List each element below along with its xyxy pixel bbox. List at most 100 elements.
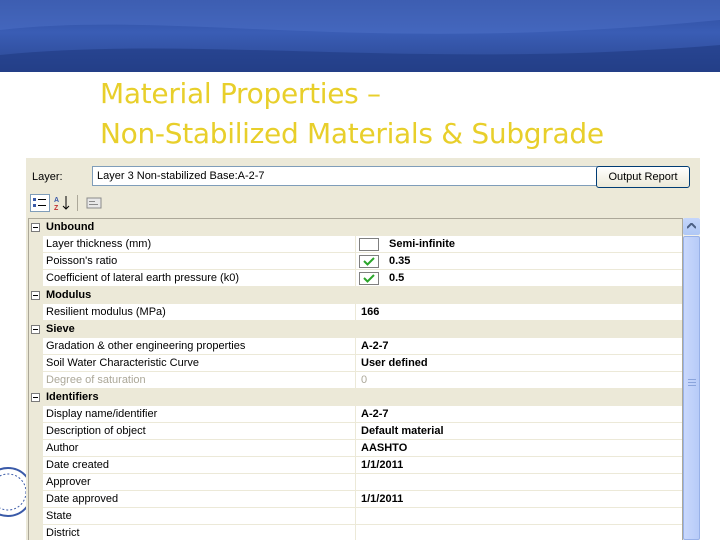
property-value[interactable]: 166 [361, 306, 379, 318]
collapse-toggle-icon[interactable] [31, 393, 40, 402]
banner-wave-decoration [0, 0, 720, 72]
categorized-view-icon[interactable] [30, 194, 50, 212]
row-margin [29, 525, 43, 540]
row-margin [29, 236, 43, 253]
toolbar-separator [77, 195, 78, 211]
slide-title-line-1: Material Properties – [100, 77, 381, 110]
property-row[interactable]: Date created 1/1/2011 [29, 457, 682, 474]
column-divider [355, 457, 356, 474]
collapse-toggle-icon[interactable] [31, 223, 40, 232]
category-row[interactable]: Identifiers [29, 389, 682, 406]
category-label: Sieve [46, 323, 75, 335]
column-divider [355, 508, 356, 525]
column-divider [355, 525, 356, 540]
column-divider [355, 423, 356, 440]
svg-text:A: A [54, 197, 59, 204]
property-value[interactable]: A-2-7 [361, 340, 389, 352]
property-value[interactable]: Semi-infinite [389, 238, 455, 250]
row-margin [29, 253, 43, 270]
property-name: Coefficient of lateral earth pressure (k… [46, 272, 239, 284]
property-row[interactable]: Description of object Default material [29, 423, 682, 440]
column-divider [355, 372, 356, 389]
row-margin [29, 508, 43, 525]
property-value[interactable]: Default material [361, 425, 444, 437]
column-divider [355, 253, 356, 270]
property-name: Author [46, 442, 79, 454]
alphabetical-sort-icon[interactable]: A Z [53, 194, 73, 212]
property-value[interactable]: 0 [361, 374, 367, 386]
column-divider [355, 304, 356, 321]
column-divider [355, 236, 356, 253]
property-row[interactable]: Layer thickness (mm) Semi-infinite [29, 236, 682, 253]
property-pages-icon[interactable] [84, 194, 104, 212]
property-row[interactable]: Approver [29, 474, 682, 491]
property-row[interactable]: Author AASHTO [29, 440, 682, 457]
property-name: Resilient modulus (MPa) [46, 306, 166, 318]
vertical-scrollbar[interactable] [683, 218, 700, 540]
property-name: Date created [46, 459, 109, 471]
column-divider [355, 355, 356, 372]
property-row[interactable]: Poisson's ratio 0.35 [29, 253, 682, 270]
property-value[interactable]: 1/1/2011 [361, 459, 403, 471]
row-margin [29, 457, 43, 474]
property-name: Layer thickness (mm) [46, 238, 152, 250]
property-name: Description of object [46, 425, 146, 437]
property-name: Soil Water Characteristic Curve [46, 357, 200, 369]
row-margin [29, 304, 43, 321]
scrollbar-grip-icon [688, 379, 696, 386]
property-value[interactable]: 0.35 [389, 255, 410, 267]
checkmark-icon [359, 272, 379, 285]
row-margin [29, 270, 43, 287]
column-divider [355, 440, 356, 457]
property-name: Gradation & other engineering properties [46, 340, 246, 352]
collapse-toggle-icon[interactable] [31, 325, 40, 334]
property-row[interactable]: Resilient modulus (MPa) 166 [29, 304, 682, 321]
category-label: Unbound [46, 221, 95, 233]
material-properties-panel: Layer: Layer 3 Non-stabilized Base:A-2-7… [26, 158, 700, 540]
property-row[interactable]: Gradation & other engineering properties… [29, 338, 682, 355]
property-name: Poisson's ratio [46, 255, 118, 267]
property-row[interactable]: Date approved 1/1/2011 [29, 491, 682, 508]
slide-banner [0, 0, 720, 72]
empty-box-icon [359, 238, 379, 251]
property-row[interactable]: Display name/identifier A-2-7 [29, 406, 682, 423]
row-margin [29, 474, 43, 491]
property-name: Approver [46, 476, 91, 488]
property-row[interactable]: Coefficient of lateral earth pressure (k… [29, 270, 682, 287]
column-divider [355, 491, 356, 508]
property-grid-toolbar: A Z [26, 192, 700, 214]
property-value[interactable]: 0.5 [389, 272, 404, 284]
scrollbar-thumb[interactable] [683, 236, 700, 540]
property-row[interactable]: District [29, 525, 682, 540]
property-value[interactable]: User defined [361, 357, 428, 369]
category-label: Modulus [46, 289, 92, 301]
property-name: Date approved [46, 493, 119, 505]
category-label: Identifiers [46, 391, 99, 403]
property-row[interactable]: Degree of saturation 0 [29, 372, 682, 389]
column-divider [355, 406, 356, 423]
layer-select[interactable]: Layer 3 Non-stabilized Base:A-2-7 [92, 166, 614, 186]
output-report-button[interactable]: Output Report [596, 166, 690, 188]
property-row[interactable]: Soil Water Characteristic Curve User defi… [29, 355, 682, 372]
category-row[interactable]: Unbound [29, 219, 682, 236]
property-row[interactable]: State [29, 508, 682, 525]
column-divider [355, 338, 356, 355]
collapse-toggle-icon[interactable] [31, 291, 40, 300]
row-margin [29, 406, 43, 423]
property-value[interactable]: AASHTO [361, 442, 407, 454]
row-margin [29, 491, 43, 508]
scroll-up-arrow-icon[interactable] [683, 218, 700, 235]
category-row[interactable]: Modulus [29, 287, 682, 304]
row-margin [29, 338, 43, 355]
layer-label: Layer: [32, 171, 63, 183]
column-divider [355, 270, 356, 287]
property-value[interactable]: 1/1/2011 [361, 493, 403, 505]
slide-title-line-2: Non-Stabilized Materials & Subgrade [100, 117, 604, 150]
column-divider [355, 474, 356, 491]
category-row[interactable]: Sieve [29, 321, 682, 338]
property-value[interactable]: A-2-7 [361, 408, 389, 420]
row-margin [29, 355, 43, 372]
row-margin [29, 423, 43, 440]
row-margin [29, 372, 43, 389]
property-grid: Unbound Layer thickness (mm) Semi-infinite… [28, 218, 683, 540]
